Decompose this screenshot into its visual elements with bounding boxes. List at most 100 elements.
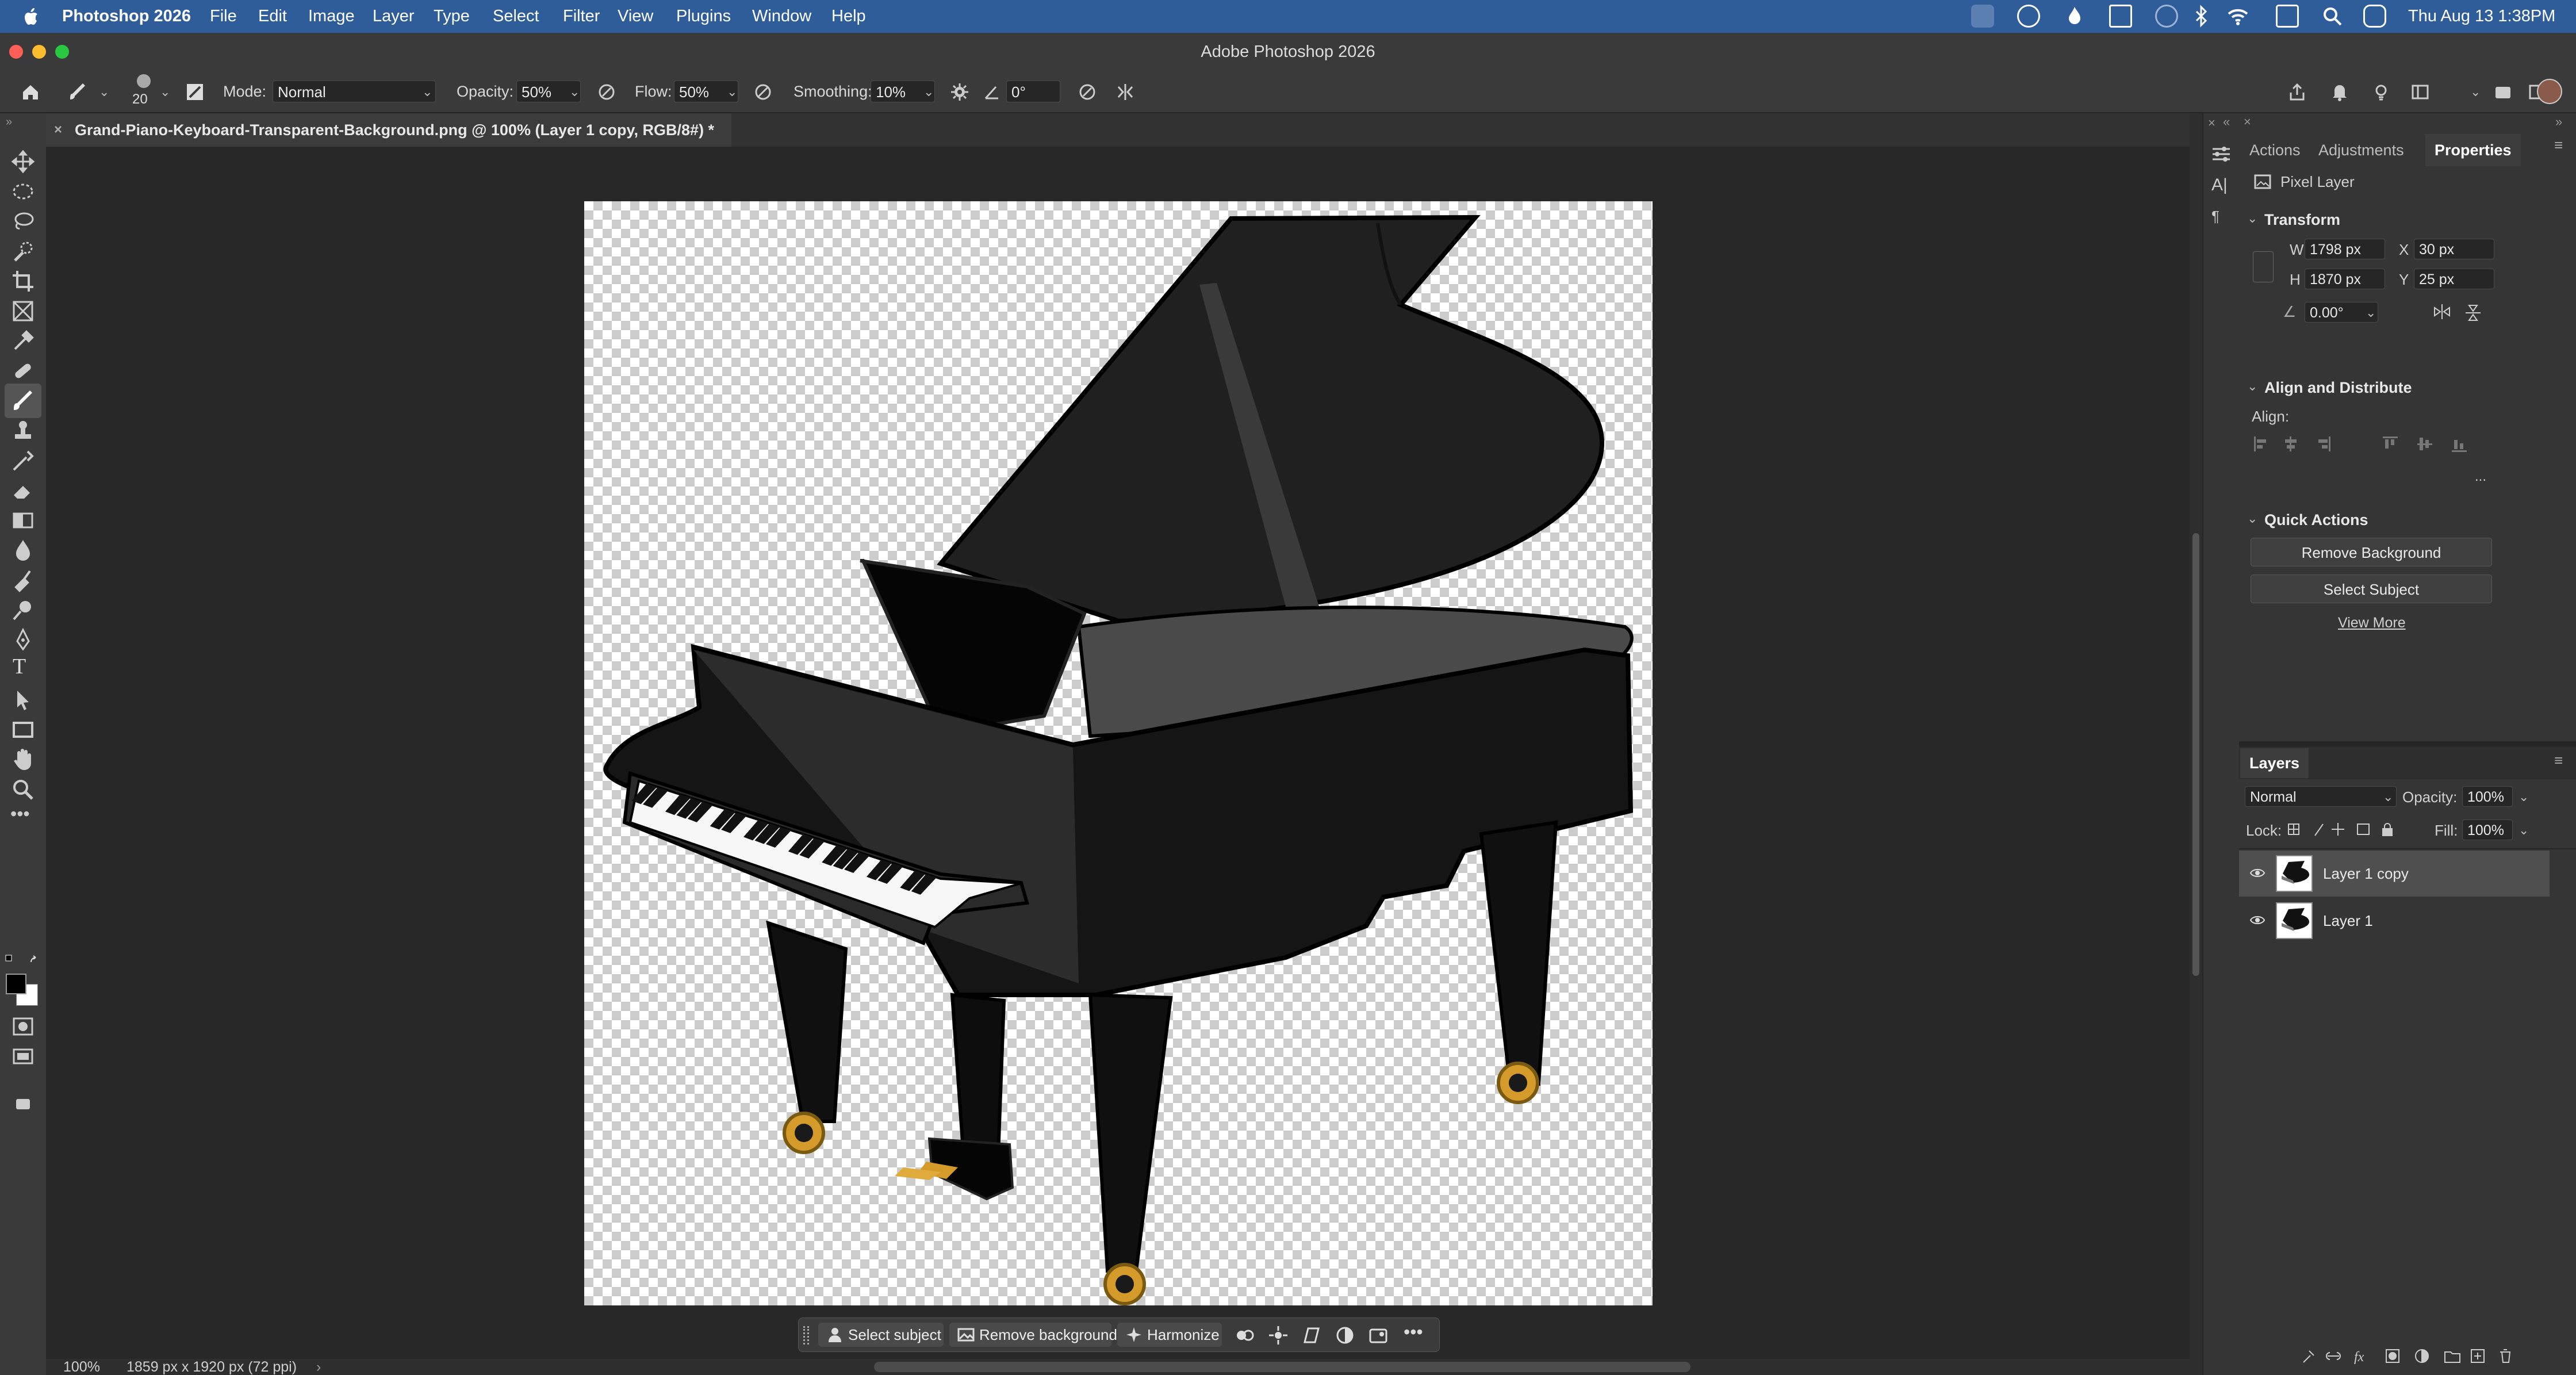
share-icon[interactable]: [2287, 82, 2307, 102]
blend-mode-chevron-icon[interactable]: ⌄: [2383, 790, 2393, 805]
frame-tool-icon[interactable]: [10, 298, 36, 324]
wifi-icon[interactable]: [2226, 5, 2249, 28]
magic-adjust-icon[interactable]: [1268, 1325, 1289, 1346]
rectangle-tool-icon[interactable]: [10, 717, 36, 742]
flame-icon[interactable]: [2063, 5, 2086, 28]
smoothing-chevron-icon[interactable]: ⌄: [923, 85, 934, 99]
close-window-button[interactable]: [9, 45, 23, 59]
remove-background-quick-action-button[interactable]: Remove Background: [2251, 538, 2492, 566]
crop-tool-icon[interactable]: [10, 269, 36, 294]
mode-chevron-icon[interactable]: ⌄: [422, 85, 432, 99]
dodge-tool-icon[interactable]: [10, 598, 36, 623]
view-more-link[interactable]: View More: [2338, 615, 2406, 631]
menu-window[interactable]: Window: [752, 0, 811, 33]
airplay-icon[interactable]: [2155, 5, 2178, 28]
layer-blend-mode-dropdown[interactable]: Normal: [2245, 786, 2397, 807]
move-tool-icon[interactable]: [10, 149, 36, 174]
eyedropper-tool-icon[interactable]: [10, 328, 36, 354]
layers-menu-icon[interactable]: ≡: [2554, 752, 2563, 769]
workspace-icon[interactable]: [2410, 82, 2430, 102]
symmetry-icon[interactable]: [1116, 82, 1135, 102]
menu-plugins[interactable]: Plugins: [676, 0, 731, 33]
pen-tool-icon[interactable]: [10, 627, 36, 653]
y-field[interactable]: 25 px: [2414, 269, 2494, 289]
zoom-level[interactable]: 100%: [63, 1359, 100, 1375]
menu-filter[interactable]: Filter: [563, 0, 600, 33]
panel-collapse-icon[interactable]: »: [2555, 114, 2562, 129]
flip-horizontal-icon[interactable]: [2432, 303, 2452, 320]
visibility-eye-icon[interactable]: [2249, 914, 2266, 926]
history-brush-tool-icon[interactable]: [10, 448, 36, 473]
screen-mode-icon[interactable]: [10, 1044, 36, 1069]
pressure-size-icon[interactable]: [1078, 82, 1097, 102]
brush-picker-chevron-icon[interactable]: ⌄: [160, 85, 170, 99]
menu-select[interactable]: Select: [493, 0, 539, 33]
brush-tool-active-icon[interactable]: [10, 388, 36, 413]
vertical-scrollbar[interactable]: [2190, 113, 2202, 1359]
creative-cloud-icon[interactable]: [1971, 5, 1994, 28]
brush-size-value[interactable]: 20: [132, 91, 148, 108]
properties-menu-icon[interactable]: ≡: [2554, 136, 2563, 154]
x-field[interactable]: 30 px: [2414, 239, 2494, 259]
workspace-chevron-icon[interactable]: ⌄: [2470, 85, 2481, 99]
fill-field[interactable]: 100%: [2462, 819, 2513, 840]
vertical-scrollbar-thumb[interactable]: [2192, 533, 2199, 976]
edit-toolbar-icon[interactable]: [10, 1091, 36, 1116]
brush-settings-icon[interactable]: [185, 82, 205, 102]
menu-image[interactable]: Image: [308, 0, 355, 33]
select-subject-button[interactable]: Select subject: [818, 1323, 944, 1347]
menu-edit[interactable]: Edit: [258, 0, 287, 33]
layer-name[interactable]: Layer 1 copy: [2323, 851, 2409, 897]
sync-icon[interactable]: [2017, 5, 2040, 28]
healing-brush-tool-icon[interactable]: [10, 358, 36, 384]
height-field[interactable]: 1870 px: [2305, 269, 2385, 289]
zoom-tool-icon[interactable]: [10, 777, 36, 802]
properties-sliders-icon[interactable]: [2210, 143, 2232, 165]
display-icon[interactable]: [2109, 5, 2132, 28]
brush-preview-icon[interactable]: [137, 74, 151, 88]
layer-name[interactable]: Layer 1: [2323, 898, 2373, 944]
grand-piano-image[interactable]: [584, 201, 1653, 1305]
screen-mirror-icon[interactable]: [2276, 5, 2299, 28]
home-icon[interactable]: [21, 82, 40, 102]
lock-options-icon[interactable]: [2286, 821, 2401, 838]
user-avatar[interactable]: [2537, 79, 2562, 104]
tab-actions[interactable]: Actions: [2249, 134, 2301, 166]
align-distribute-title[interactable]: Align and Distribute: [2264, 379, 2412, 397]
document-canvas[interactable]: [584, 201, 1653, 1305]
menu-clock[interactable]: Thu Aug 13 1:38PM: [2408, 0, 2555, 33]
minimize-window-button[interactable]: [32, 45, 46, 59]
horizontal-scrollbar-thumb[interactable]: [874, 1362, 1690, 1372]
document-tab[interactable]: × Grand-Piano-Keyboard-Transparent-Backg…: [46, 113, 732, 147]
tab-properties[interactable]: Properties: [2425, 134, 2521, 166]
canvas-area[interactable]: [46, 147, 2190, 1359]
generative-fill-icon[interactable]: [1368, 1325, 1389, 1346]
quick-actions-title[interactable]: Quick Actions: [2264, 511, 2368, 529]
menu-file[interactable]: File: [210, 0, 237, 33]
strip-collapse-icon[interactable]: «: [2223, 114, 2230, 129]
default-colors-swap-icon[interactable]: [5, 954, 41, 966]
harmonize-button[interactable]: Harmonize: [1117, 1323, 1222, 1347]
control-center-icon[interactable]: [2363, 5, 2386, 28]
strip-close-icon[interactable]: ×: [2208, 116, 2215, 131]
spotlight-search-icon[interactable]: [2321, 5, 2344, 28]
type-tool-icon[interactable]: T: [13, 654, 26, 679]
foreground-color-swatch[interactable]: [6, 974, 26, 994]
path-selection-tool-icon[interactable]: [10, 687, 36, 713]
flow-chevron-icon[interactable]: ⌄: [727, 85, 737, 99]
notifications-bell-icon[interactable]: [2330, 82, 2349, 102]
cloud-docs-icon[interactable]: [2493, 82, 2513, 102]
blur-tool-icon[interactable]: [10, 538, 36, 563]
apple-icon[interactable]: [22, 7, 39, 26]
brush-angle-field[interactable]: 0°: [1006, 81, 1060, 102]
transform-chevron-icon[interactable]: ⌄: [2247, 211, 2257, 226]
smoothing-gear-icon[interactable]: [950, 82, 969, 102]
zoom-window-button[interactable]: [55, 45, 69, 59]
rotation-chevron-icon[interactable]: ⌄: [2366, 305, 2376, 320]
taskbar-more-icon[interactable]: •••: [1404, 1322, 1423, 1343]
bluetooth-icon[interactable]: [2190, 5, 2213, 28]
menu-app-name[interactable]: Photoshop 2026: [62, 0, 191, 33]
align-chevron-icon[interactable]: ⌄: [2247, 379, 2257, 394]
tool-preset-chevron-icon[interactable]: ⌄: [99, 85, 109, 99]
transform-icon[interactable]: [1301, 1325, 1322, 1346]
